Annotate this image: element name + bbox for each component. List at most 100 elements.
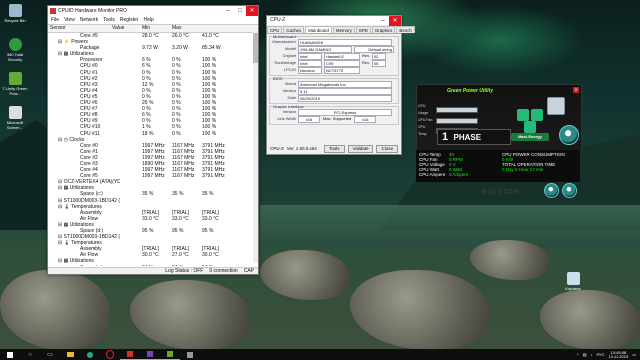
task-view-button[interactable]: ▭ xyxy=(40,349,60,360)
menu-help[interactable]: Help xyxy=(143,16,153,24)
field-label: Chipset xyxy=(282,53,296,58)
cpu-fan-display xyxy=(436,117,478,124)
recycle-bin-icon xyxy=(566,272,580,285)
date: 14.11.2019 xyxy=(608,353,629,359)
minimize-icon[interactable]: – xyxy=(222,6,234,16)
title-bar[interactable]: CPUID Hardware Monitor PRO – □ ✕ xyxy=(48,6,258,16)
taskbar-app-2[interactable] xyxy=(180,349,200,360)
power-icon[interactable] xyxy=(562,183,577,198)
hwmonitor-window[interactable]: CPUID Hardware Monitor PRO – □ ✕ File Vi… xyxy=(47,5,259,275)
cpu-usage-display xyxy=(436,107,478,113)
app-icon xyxy=(167,351,173,357)
close-icon[interactable]: ✕ xyxy=(573,87,579,93)
column-header-min[interactable]: Min xyxy=(142,25,172,32)
desktop-icon-green-power[interactable]: T-Unity Green Pow... xyxy=(2,72,28,96)
desktop-icon-label: Корзина xyxy=(565,286,581,291)
scrollbar[interactable] xyxy=(253,31,258,263)
menu-bar: File View Network Tools Register Help xyxy=(48,16,258,24)
chevron-up-icon[interactable]: ^ xyxy=(577,352,579,357)
rock xyxy=(130,280,250,350)
column-header-sensor[interactable]: Sensor xyxy=(48,25,112,32)
taskbar-opera[interactable] xyxy=(100,349,120,360)
cpuz-window[interactable]: CPU-Z – ✕ CPU Caches Mainboard Memory SP… xyxy=(266,15,415,155)
tab-memory[interactable]: Memory xyxy=(332,26,355,33)
close-icon[interactable]: ✕ xyxy=(389,16,401,26)
mode-button[interactable]: Maxi-Energy xyxy=(511,133,549,141)
language-indicator[interactable]: РУС xyxy=(596,352,604,357)
clock[interactable]: 13:45:58 14.11.2019 xyxy=(608,350,629,359)
gi-version-value: PCI-Express xyxy=(298,108,392,116)
tab-graphics[interactable]: Graphics xyxy=(371,26,396,33)
close-icon[interactable]: ✕ xyxy=(246,6,258,16)
menu-view[interactable]: View xyxy=(64,16,75,24)
menu-tools[interactable]: Tools xyxy=(103,16,115,24)
tools-button[interactable]: Tools xyxy=(324,144,345,153)
rev-label: Rev. xyxy=(362,53,370,58)
taskbar-green-power[interactable] xyxy=(160,349,180,360)
tab-cpu[interactable]: CPU xyxy=(267,26,283,33)
title-bar[interactable]: CPU-Z – ✕ xyxy=(267,16,401,26)
menu-network[interactable]: Network xyxy=(80,16,98,24)
field-label: CPU Usage xyxy=(418,104,429,115)
desktop-icon-360-total-security[interactable]: 360 Total Security xyxy=(2,38,28,62)
screen-icon xyxy=(8,106,22,119)
minimize-icon[interactable]: – xyxy=(377,16,389,26)
field-label: Brand xyxy=(285,81,296,86)
speedometer-icon[interactable] xyxy=(559,125,579,145)
search-icon: ○ xyxy=(28,351,32,358)
stat-label: CPU Ampere xyxy=(419,172,446,177)
table-row[interactable]: Space (e:)84 %84 %84 % xyxy=(48,265,258,266)
windows-icon xyxy=(7,351,13,358)
info-panel: CPU Temp 40 CPU Fan 0 RPM CPU Voltage 0 V CPU … xyxy=(416,150,580,198)
desktop-icon-recycle-bin[interactable]: Recycle Bin xyxy=(2,4,28,23)
status-log: Log Status : OFF xyxy=(165,268,204,274)
graphic-interface-group: Graphic Interface Version PCI-Express Lin… xyxy=(269,104,399,125)
arrow-button[interactable] xyxy=(531,109,543,121)
desktop-icon-screen[interactable]: Microsoft Screen... xyxy=(2,106,28,130)
taskbar-cpuz[interactable] xyxy=(140,349,160,360)
tab-mainboard[interactable]: Mainboard xyxy=(305,26,332,33)
search-button[interactable]: ○ xyxy=(20,349,40,360)
bigstar-logo: BIGSTAR xyxy=(482,189,520,196)
close-button[interactable]: Close xyxy=(376,144,398,153)
gear-icon[interactable] xyxy=(544,183,559,198)
tab-caches[interactable]: Caches xyxy=(283,26,305,33)
tab-spd[interactable]: SPD xyxy=(355,26,371,33)
column-header-max[interactable]: Max xyxy=(172,25,202,32)
tab-bench[interactable]: Bench xyxy=(396,26,415,33)
sensor-min: 84 % xyxy=(172,265,202,266)
app-icon xyxy=(50,8,56,14)
sensor-tree[interactable]: Core #5 28.0 °C 26.0 °C 41.0 °C ⊟ ⚡ Powers Pa… xyxy=(48,33,258,266)
start-button[interactable] xyxy=(0,349,20,360)
cpu-chip-icon xyxy=(547,97,565,115)
desktop-icon-label: T-Unity Green Pow... xyxy=(2,86,28,96)
maximize-icon[interactable]: □ xyxy=(234,6,246,16)
menu-register[interactable]: Register xyxy=(120,16,139,24)
scrollbar-thumb[interactable] xyxy=(253,33,258,63)
chipset-rev: 02 xyxy=(371,52,386,60)
green-power-utility[interactable]: Green Power Utility CPU Usage CPU Fan CP… xyxy=(416,84,582,152)
max-supported-value: x16 xyxy=(354,115,377,123)
network-icon[interactable]: ▤ xyxy=(583,352,587,357)
rock xyxy=(540,290,640,350)
validate-button[interactable]: Validate xyxy=(347,144,374,153)
mode-label: Maxi-Energy xyxy=(518,134,542,139)
bios-date-value: 06/20/2019 xyxy=(298,94,392,102)
volume-icon[interactable]: ♪ xyxy=(590,352,592,357)
taskbar-explorer[interactable] xyxy=(60,349,80,360)
cpuz-footer: CPU-Z Ver. 1.90.0.x64 Tools Validate Clo… xyxy=(270,144,398,153)
column-header-value[interactable]: Value xyxy=(112,25,142,32)
status-bar: Log Status : OFF 0 connection CAP xyxy=(48,267,258,274)
rock xyxy=(350,270,490,350)
menu-file[interactable]: File xyxy=(51,16,59,24)
desktop-icon-recycle-bin-right[interactable]: Корзина xyxy=(560,272,586,291)
taskbar-hwmonitor[interactable] xyxy=(120,349,140,360)
desktop-icon-label: Microsoft Screen... xyxy=(6,120,24,130)
lpcio-value: NCT6779 xyxy=(324,66,360,74)
window-title: CPU-Z xyxy=(270,17,286,23)
chipset-vendor: Intel xyxy=(298,52,322,60)
taskbar-app[interactable] xyxy=(80,349,100,360)
arrow-button[interactable] xyxy=(524,121,536,133)
arrow-button[interactable] xyxy=(517,109,529,121)
notification-icon[interactable]: ▭ xyxy=(632,352,636,357)
